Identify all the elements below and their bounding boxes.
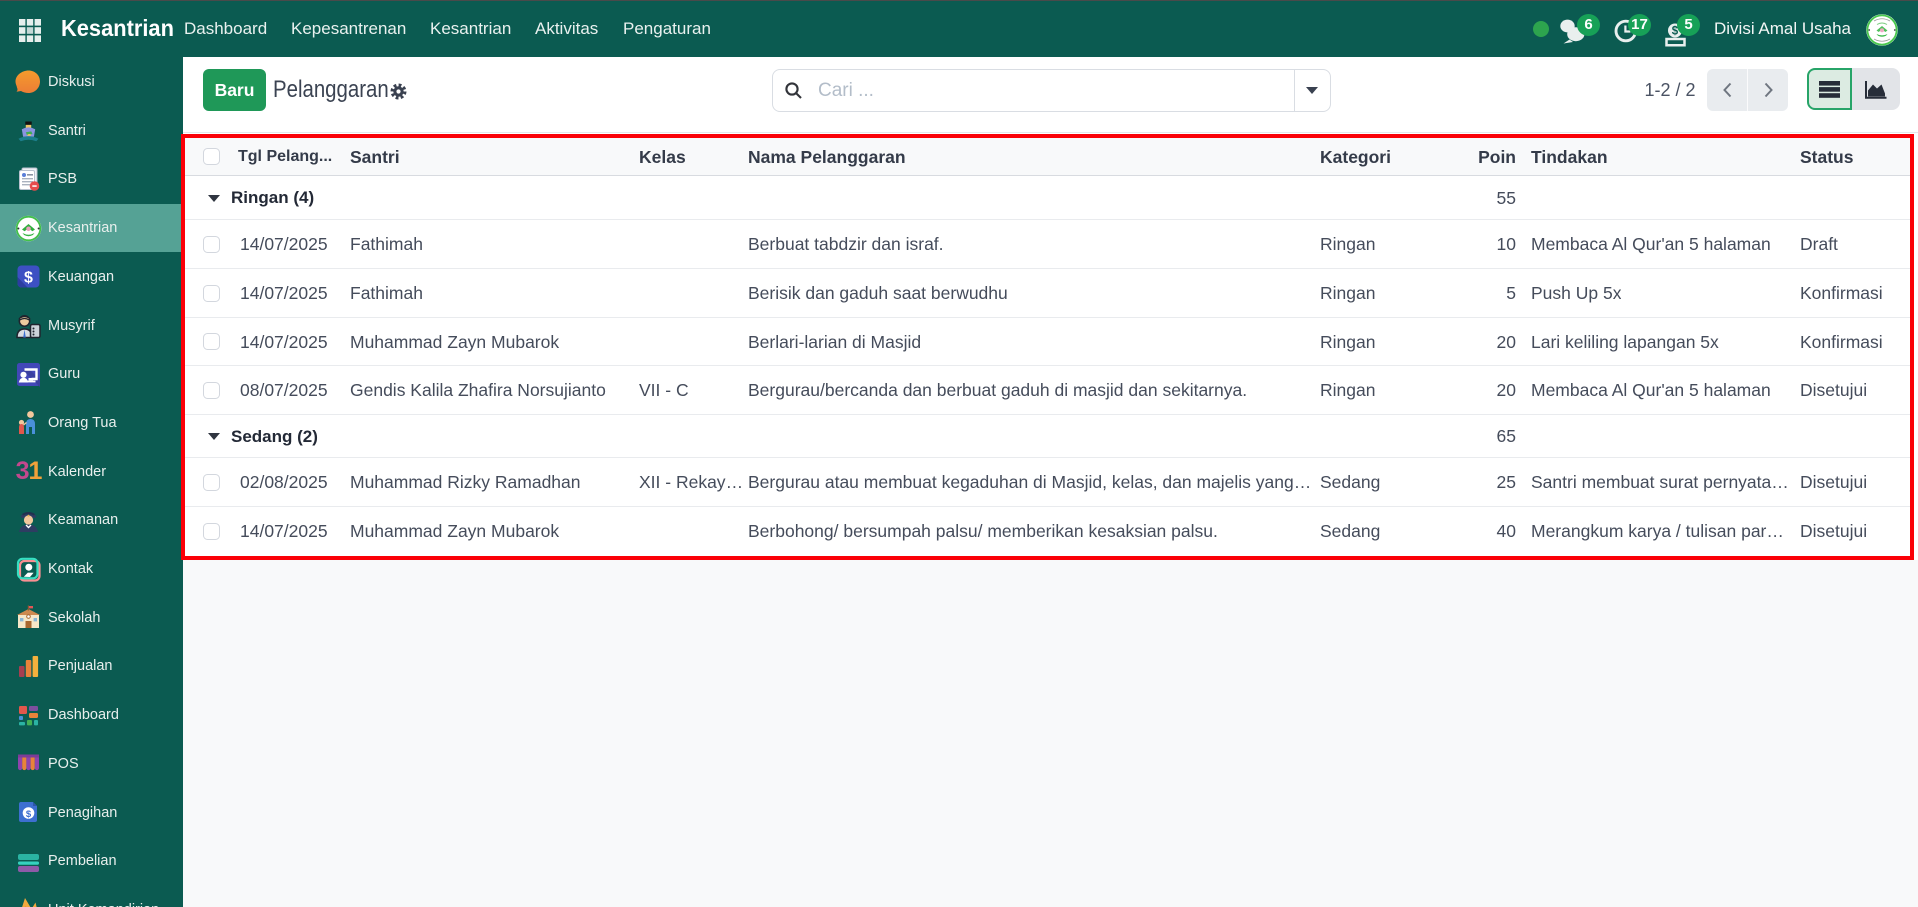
svg-text:$: $ [24,270,33,287]
svg-text:$: $ [26,809,32,820]
